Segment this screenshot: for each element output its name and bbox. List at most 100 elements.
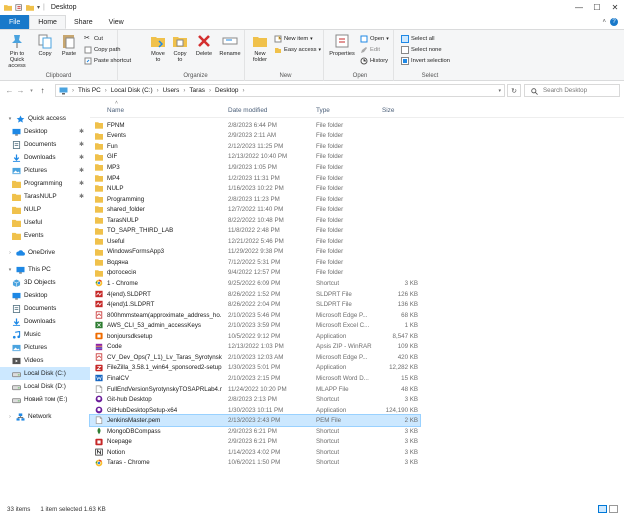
nav-item-quick-access[interactable]: ▾ Quick access bbox=[0, 112, 90, 125]
nav-item-pictures[interactable]: Pictures ✱ bbox=[0, 164, 90, 177]
nav-item-videos[interactable]: Videos bbox=[0, 354, 90, 367]
copy-button[interactable]: Copy bbox=[36, 33, 54, 57]
pin-quick-access-button[interactable]: Pin to Quick access bbox=[3, 33, 31, 69]
file-row[interactable]: GitHubDesktopSetup-x64 1/30/2023 10:11 PM… bbox=[90, 405, 420, 416]
file-row[interactable]: 4(end).SLDPRT 8/26/2022 1:52 PM SLDPRT Fil… bbox=[90, 289, 420, 300]
file-row[interactable]: Taras - Chrome 10/6/2021 1:50 PM Shortcut 3… bbox=[90, 458, 420, 469]
column-header-date[interactable]: Date modified bbox=[228, 104, 267, 116]
new-folder-button[interactable]: New folder bbox=[250, 33, 270, 63]
paste-button[interactable]: Paste bbox=[60, 33, 78, 57]
nav-item-tarasnulp[interactable]: TarasNULP ✱ bbox=[0, 190, 90, 203]
chevron-right-icon[interactable]: › bbox=[7, 250, 13, 256]
back-arrow-icon[interactable]: ← bbox=[4, 85, 15, 97]
file-row[interactable]: NULP 1/16/2023 10:22 PM File folder bbox=[90, 183, 420, 194]
rename-button[interactable]: Rename bbox=[219, 33, 241, 57]
nav-item-documents[interactable]: Documents bbox=[0, 302, 90, 315]
properties-button[interactable]: Properties bbox=[329, 33, 355, 57]
invert-selection-button[interactable]: Invert selection bbox=[401, 57, 450, 65]
address-dropdown-icon[interactable]: ▾ bbox=[498, 88, 501, 94]
address-bar[interactable]: › This PC › Local Disk (C:) › Users › Ta… bbox=[55, 84, 505, 97]
nav-item-programming[interactable]: Programming ✱ bbox=[0, 177, 90, 190]
nav-item-music[interactable]: Music bbox=[0, 328, 90, 341]
cut-button[interactable]: ✂ Cut bbox=[84, 35, 103, 43]
recent-locations-icon[interactable]: ▾ bbox=[26, 85, 37, 97]
chevron-right-icon[interactable]: › bbox=[7, 414, 13, 420]
file-row[interactable]: FinalCV 2/10/2023 2:15 PM Microsoft Word D… bbox=[90, 373, 420, 384]
file-row[interactable]: MP3 1/9/2023 1:05 PM File folder bbox=[90, 162, 420, 173]
column-header-name[interactable]: ˄ Name bbox=[107, 100, 124, 116]
refresh-button[interactable]: ↻ bbox=[507, 84, 521, 97]
file-row[interactable]: TarasNULP 8/22/2022 10:48 PM File folder bbox=[90, 215, 420, 226]
breadcrumb-this-pc[interactable]: This PC bbox=[78, 87, 101, 94]
file-row[interactable]: Code 12/13/2022 1:03 PM Apsis ZIP - WinRAR… bbox=[90, 342, 420, 353]
file-row[interactable]: CV_Dev_Ops(7_L1)_Lv_Taras_Syrotynskyi 2/1… bbox=[90, 352, 420, 363]
collapse-ribbon-icon[interactable]: ˄ bbox=[602, 19, 606, 25]
file-row[interactable]: Useful 12/21/2022 5:46 PM File folder bbox=[90, 236, 420, 247]
search-box[interactable]: Search Desktop bbox=[524, 84, 620, 97]
file-row[interactable]: 4(end)1.SLDPRT 8/26/2022 2:04 PM SLDPRT Fi… bbox=[90, 299, 420, 310]
file-row[interactable]: JenkinsMaster.pem 2/13/2023 2:43 PM PEM Fi… bbox=[89, 414, 421, 427]
file-row[interactable]: фотосесія 9/4/2022 12:57 PM File folder bbox=[90, 268, 420, 279]
details-view-icon[interactable] bbox=[598, 505, 607, 513]
nav-item-desktop[interactable]: Desktop ✱ bbox=[0, 125, 90, 138]
nav-item-network[interactable]: › Network bbox=[0, 410, 90, 423]
file-row[interactable]: Programming 2/8/2023 11:23 PM File folder bbox=[90, 194, 420, 205]
chevron-down-icon[interactable]: ▾ bbox=[7, 267, 13, 273]
file-row[interactable]: 800hmmsteam(approximate_address_ho... 2/1… bbox=[90, 310, 420, 321]
chevron-down-icon[interactable]: ▾ bbox=[7, 116, 13, 122]
new-folder-icon[interactable] bbox=[26, 4, 34, 11]
nav-item-nulp[interactable]: NULP bbox=[0, 203, 90, 216]
file-row[interactable]: 1 - Chrome 9/25/2022 6:09 PM Shortcut 3 KB bbox=[90, 278, 420, 289]
breadcrumb-users[interactable]: Users bbox=[163, 87, 180, 94]
file-row[interactable]: Git-hub Desktop 2/8/2023 2:13 PM Shortcut 3… bbox=[90, 394, 420, 405]
tab-view[interactable]: View bbox=[101, 15, 132, 29]
file-row[interactable]: Notion 1/14/2023 4:02 PM Shortcut 3 KB bbox=[90, 447, 420, 458]
nav-item-useful[interactable]: Useful bbox=[0, 216, 90, 229]
file-row[interactable]: TO_SAPR_THIRD_LAB 11/8/2022 2:48 PM File f… bbox=[90, 226, 420, 237]
paste-shortcut-button[interactable]: Paste shortcut bbox=[84, 57, 131, 65]
nav-item-documents[interactable]: Documents ✱ bbox=[0, 138, 90, 151]
copy-to-button[interactable]: Copy to bbox=[171, 33, 189, 63]
nav-item-новий-том-e-[interactable]: Новий том (E:) bbox=[0, 393, 90, 406]
breadcrumb-local-disk[interactable]: Local Disk (C:) bbox=[111, 87, 153, 94]
history-button[interactable]: History bbox=[360, 57, 388, 65]
tab-home[interactable]: Home bbox=[29, 15, 66, 29]
nav-item-local-disk-d-[interactable]: Local Disk (D:) bbox=[0, 380, 90, 393]
up-arrow-icon[interactable]: ↑ bbox=[37, 85, 48, 97]
tab-file[interactable]: File bbox=[0, 15, 30, 29]
nav-item-pictures[interactable]: Pictures bbox=[0, 341, 90, 354]
file-row[interactable]: GIF 12/13/2022 10:40 PM File folder bbox=[90, 152, 420, 163]
move-to-button[interactable]: Move to bbox=[149, 33, 167, 63]
select-all-button[interactable]: Select all bbox=[401, 35, 435, 43]
maximize-button[interactable]: ☐ bbox=[588, 0, 606, 15]
select-none-button[interactable]: Select none bbox=[401, 46, 442, 54]
file-row[interactable]: MongoDBCompass 2/9/2023 6:21 PM Shortcut 3 … bbox=[90, 426, 420, 437]
properties-icon[interactable] bbox=[15, 4, 23, 11]
file-row[interactable]: Водяна 7/12/2022 5:31 PM File folder bbox=[90, 257, 420, 268]
new-item-button[interactable]: New item ▾ bbox=[274, 35, 313, 43]
edit-button[interactable]: Edit bbox=[360, 46, 380, 54]
customize-toolbar-icon[interactable]: ▾ bbox=[37, 4, 40, 11]
file-row[interactable]: FullEndVersionSyrotynskyTOSAPRLab4.m... 1… bbox=[90, 384, 420, 395]
easy-access-button[interactable]: Easy access ▾ bbox=[274, 46, 321, 54]
file-row[interactable]: Events 2/9/2023 2:11 AM File folder bbox=[90, 131, 420, 142]
large-icons-view-icon[interactable] bbox=[609, 505, 618, 513]
file-row[interactable]: MP4 1/2/2023 11:31 PM File folder bbox=[90, 173, 420, 184]
nav-item-events[interactable]: Events bbox=[0, 229, 90, 242]
column-header-type[interactable]: Type bbox=[316, 104, 330, 116]
nav-item-this-pc[interactable]: ▾ This PC bbox=[0, 263, 90, 276]
file-row[interactable]: Ncepage 2/9/2023 6:21 PM Shortcut 3 KB bbox=[90, 437, 420, 448]
close-button[interactable]: ✕ bbox=[606, 0, 624, 15]
nav-item-3d-objects[interactable]: 3D Objects bbox=[0, 276, 90, 289]
file-row[interactable]: shared_folder 12/7/2022 11:40 PM File fold… bbox=[90, 204, 420, 215]
nav-item-desktop[interactable]: Desktop bbox=[0, 289, 90, 302]
nav-item-downloads[interactable]: Downloads ✱ bbox=[0, 151, 90, 164]
minimize-button[interactable]: — bbox=[570, 0, 588, 15]
breadcrumb-taras[interactable]: Taras bbox=[189, 87, 205, 94]
copy-path-button[interactable]: Copy path bbox=[84, 46, 120, 54]
nav-item-downloads[interactable]: Downloads bbox=[0, 315, 90, 328]
column-header-size[interactable]: Size bbox=[382, 104, 394, 116]
file-row[interactable]: bonjoursdksetup 10/5/2022 9:12 PM Applicat… bbox=[90, 331, 420, 342]
file-row[interactable]: Fun 2/12/2023 11:25 PM File folder bbox=[90, 141, 420, 152]
open-button[interactable]: Open ▾ bbox=[360, 35, 389, 43]
